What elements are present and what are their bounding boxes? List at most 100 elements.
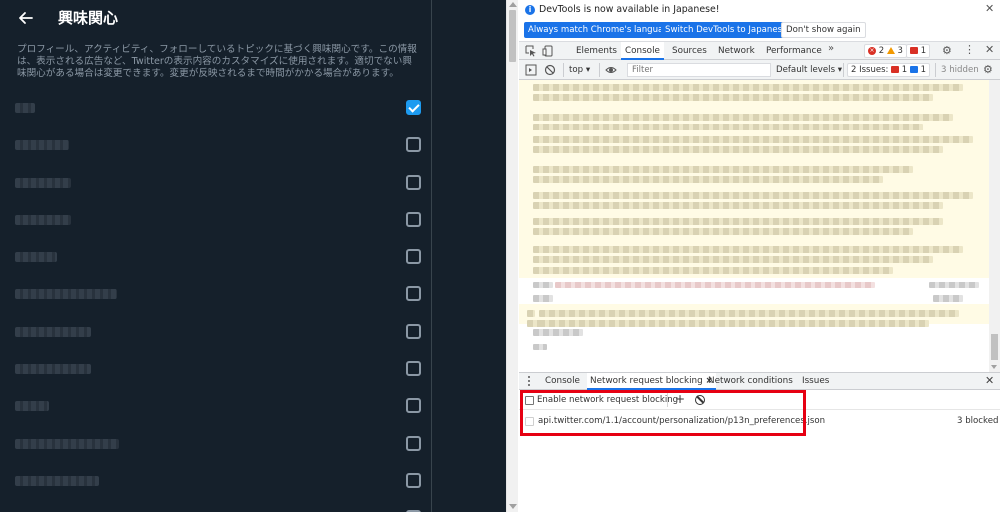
interest-row[interactable] <box>0 164 432 201</box>
interest-label-redacted <box>15 252 57 263</box>
dont-show-again-button[interactable]: Don't show again <box>781 22 866 38</box>
console-text-redacted <box>533 146 943 153</box>
issues-counter[interactable]: 1 <box>906 44 931 58</box>
tab-network[interactable]: Network <box>714 42 759 60</box>
interest-label-redacted <box>15 140 69 151</box>
context-selector[interactable]: top ▾ <box>569 64 590 76</box>
more-tabs-icon[interactable]: » <box>828 43 834 54</box>
interests-panel: 興味関心 プロフィール、アクティビティ、フォローしているトピックに基づく興味関心… <box>0 0 432 512</box>
filter-input[interactable] <box>627 63 771 77</box>
console-text-redacted <box>539 310 959 317</box>
interest-row[interactable] <box>0 350 432 387</box>
enable-blocking-label: Enable network request blocking <box>537 395 679 405</box>
console-text-redacted <box>533 344 547 350</box>
tab-console[interactable]: Console <box>621 42 664 60</box>
toolbar-divider <box>935 63 936 77</box>
console-scroll-thumb[interactable] <box>991 334 998 360</box>
interest-checkbox[interactable] <box>406 398 421 414</box>
drawer-tab-console[interactable]: Console <box>542 373 583 390</box>
console-text-redacted <box>533 295 553 302</box>
console-text-redacted <box>533 228 913 235</box>
eye-icon[interactable] <box>605 64 617 76</box>
interest-label-redacted <box>15 326 91 337</box>
page-scrollbar[interactable] <box>506 0 518 512</box>
close-icon[interactable]: ✕ <box>985 3 994 15</box>
page-title: 興味関心 <box>58 9 119 27</box>
close-drawer-icon[interactable]: ✕ <box>985 375 994 387</box>
scroll-up-icon[interactable] <box>509 2 517 7</box>
issue-error-icon <box>891 66 900 73</box>
kebab-menu-icon[interactable]: ⋮ <box>964 44 975 56</box>
interest-row[interactable] <box>0 275 432 312</box>
remove-all-patterns-icon[interactable] <box>695 395 705 405</box>
interest-row[interactable] <box>0 499 432 512</box>
interest-row[interactable] <box>0 313 432 350</box>
interest-row[interactable] <box>0 425 432 462</box>
warning-icon <box>886 47 895 54</box>
toolbar-divider <box>667 393 668 407</box>
interest-row[interactable] <box>0 126 432 163</box>
warning-count: 3 <box>897 46 903 56</box>
inspect-element-icon[interactable] <box>525 45 537 57</box>
drawer-tab-network-request-blocking[interactable]: Network request blocking × <box>587 373 716 390</box>
interest-checkbox[interactable] <box>406 174 421 190</box>
scroll-thumb[interactable] <box>509 10 516 62</box>
scroll-down-icon[interactable] <box>509 504 517 509</box>
console-text-redacted <box>533 329 583 336</box>
issues-red-count: 1 <box>901 65 908 75</box>
sidebar-toggle-icon[interactable] <box>525 64 537 76</box>
hidden-count: 3 hidden <box>941 65 979 75</box>
panel-header: 興味関心 <box>0 0 432 38</box>
console-scroll-down-icon[interactable] <box>991 365 997 369</box>
interest-checkbox[interactable] <box>406 323 421 339</box>
interest-checkbox[interactable] <box>406 100 421 115</box>
console-message <box>519 280 989 290</box>
console-text-redacted <box>533 176 883 183</box>
drawer-tab-issues[interactable]: Issues <box>799 373 832 390</box>
back-arrow-icon[interactable] <box>16 8 36 28</box>
tab-performance[interactable]: Performance <box>762 42 826 60</box>
right-column <box>433 0 506 512</box>
console-scrollbar[interactable] <box>989 80 1000 372</box>
interest-list <box>0 89 432 512</box>
interest-checkbox[interactable] <box>406 137 421 153</box>
device-toolbar-icon[interactable] <box>542 45 554 57</box>
pattern-checkbox[interactable] <box>525 417 534 426</box>
interest-checkbox[interactable] <box>406 361 421 377</box>
interest-row[interactable] <box>0 238 432 275</box>
console-text-redacted <box>533 256 933 263</box>
interest-row[interactable] <box>0 89 432 126</box>
interest-checkbox[interactable] <box>406 472 421 488</box>
console-text-redacted <box>533 114 953 121</box>
interest-checkbox[interactable] <box>406 211 421 227</box>
error-warning-counter[interactable]: × 2 3 <box>864 44 907 58</box>
match-language-button[interactable]: Always match Chrome's language <box>524 22 679 38</box>
interest-checkbox[interactable] <box>406 249 421 265</box>
enable-blocking-checkbox[interactable] <box>525 396 534 405</box>
tab-sources[interactable]: Sources <box>668 42 711 60</box>
close-devtools-icon[interactable]: ✕ <box>985 44 994 56</box>
console-messages <box>519 80 1000 372</box>
console-text-redacted <box>533 202 943 209</box>
log-levels-dropdown[interactable]: Default levels ▾ <box>776 64 842 76</box>
switch-language-button[interactable]: Switch DevTools to Japanese <box>661 22 792 38</box>
drawer-tab-network-conditions[interactable]: Network conditions <box>705 373 796 390</box>
interest-row[interactable] <box>0 387 432 424</box>
interest-row[interactable] <box>0 201 432 238</box>
interest-checkbox[interactable] <box>406 435 421 451</box>
issues-button[interactable]: 2 Issues: 1 1 <box>847 63 931 77</box>
clear-console-icon[interactable] <box>544 64 556 76</box>
drawer-menu-icon[interactable] <box>528 376 531 387</box>
blocked-pattern-row[interactable]: api.twitter.com/1.1/account/personalizat… <box>519 411 1000 431</box>
settings-gear-icon[interactable]: ⚙ <box>942 44 952 57</box>
add-pattern-icon[interactable]: + <box>675 392 685 406</box>
console-settings-gear-icon[interactable]: ⚙ <box>983 63 993 76</box>
interest-label-redacted <box>15 177 71 188</box>
devtools: i DevTools is now available in Japanese!… <box>519 0 1000 512</box>
console-message <box>519 292 989 304</box>
issue-info-icon <box>909 66 918 73</box>
console-text-redacted <box>527 310 535 317</box>
tab-elements[interactable]: Elements <box>572 42 621 60</box>
interest-checkbox[interactable] <box>406 286 421 302</box>
interest-row[interactable] <box>0 462 432 499</box>
